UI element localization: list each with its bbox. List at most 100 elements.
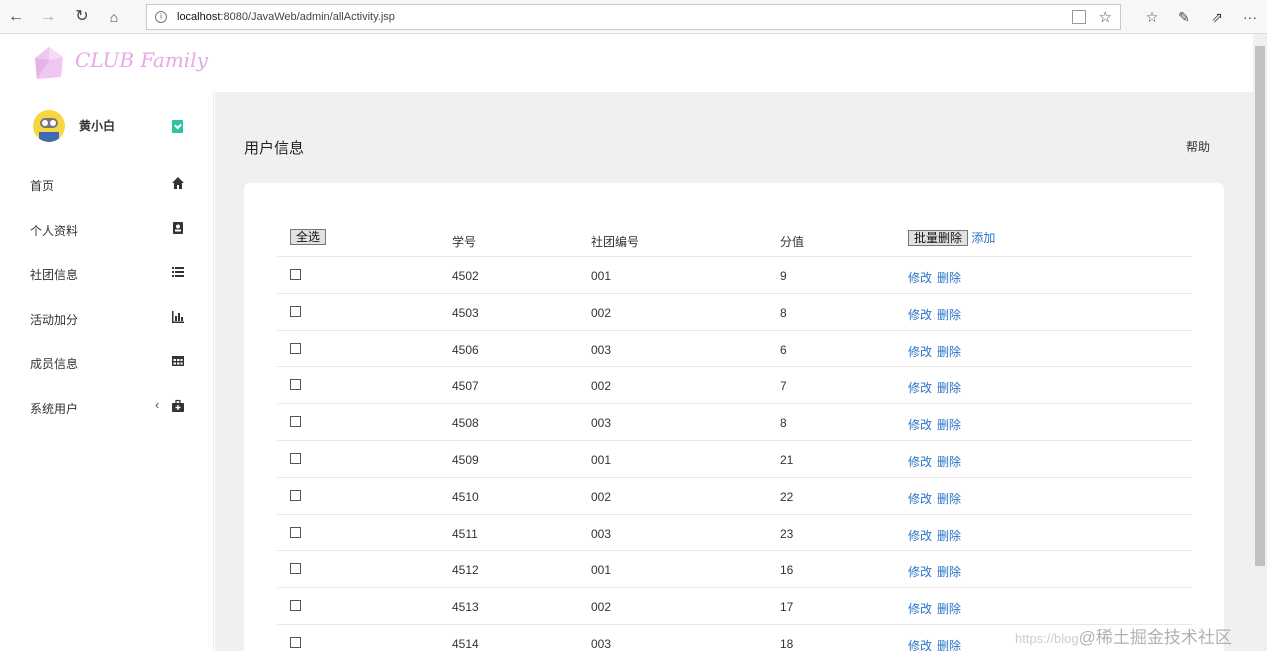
row-checkbox[interactable] bbox=[290, 379, 301, 391]
more-menu-icon[interactable]: ··· bbox=[1240, 7, 1260, 27]
cell-student-id: 4513 bbox=[452, 600, 479, 615]
row-actions: 修改 删除 bbox=[908, 379, 961, 396]
home-icon bbox=[172, 177, 184, 189]
share-icon[interactable]: ⇗ bbox=[1207, 7, 1227, 27]
edit-link[interactable]: 修改 bbox=[908, 308, 932, 322]
cell-student-id: 4510 bbox=[452, 489, 479, 504]
select-all-button[interactable]: 全选 bbox=[290, 229, 327, 245]
row-checkbox[interactable] bbox=[290, 526, 301, 538]
table-header-row: 全选 学号 社团编号 分值 批量删除 添加 bbox=[277, 223, 1192, 257]
back-arrow-icon[interactable]: ← bbox=[6, 7, 26, 27]
sidebar-item-home[interactable]: 首页 bbox=[0, 162, 214, 207]
refresh-icon[interactable]: ↻ bbox=[72, 7, 92, 27]
edit-link[interactable]: 修改 bbox=[908, 492, 932, 506]
cell-student-id: 4508 bbox=[452, 416, 479, 431]
watermark-prefix: https://blog bbox=[1015, 631, 1079, 646]
header-score: 分值 bbox=[780, 235, 805, 249]
url-text[interactable]: localhost:8080/JavaWeb/admin/allActivity… bbox=[177, 11, 395, 23]
cell-club-number: 002 bbox=[591, 305, 612, 320]
sidebar-item-members[interactable]: 成员信息 bbox=[0, 340, 214, 385]
delete-link[interactable]: 删除 bbox=[937, 602, 961, 616]
page-scrollbar[interactable] bbox=[1253, 34, 1267, 651]
delete-link[interactable]: 删除 bbox=[937, 455, 961, 469]
table-row: 4512 001 16 修改 删除 bbox=[277, 551, 1192, 589]
table-row: 4503 002 8 修改 删除 bbox=[277, 294, 1192, 331]
delete-link[interactable]: 删除 bbox=[937, 565, 961, 579]
row-checkbox[interactable] bbox=[290, 342, 301, 354]
watermark: https://blog@稀土掘金技术社区 bbox=[1015, 623, 1232, 648]
user-table-card: 全选 学号 社团编号 分值 批量删除 添加 4502 001 9 修改 删除 4503 00… bbox=[244, 183, 1224, 651]
delete-link[interactable]: 删除 bbox=[937, 345, 961, 359]
user-table: 全选 学号 社团编号 分值 批量删除 添加 4502 001 9 修改 删除 4503 00… bbox=[277, 223, 1192, 651]
row-checkbox[interactable] bbox=[290, 416, 301, 428]
app-logo-text[interactable]: CLUB Family bbox=[75, 48, 208, 72]
cell-club-number: 003 bbox=[591, 342, 612, 357]
row-checkbox[interactable] bbox=[290, 489, 301, 501]
scrollbar-thumb[interactable] bbox=[1255, 46, 1265, 566]
table-row: 4513 002 17 修改 删除 bbox=[277, 588, 1192, 625]
watermark-text: @稀土掘金技术社区 bbox=[1078, 628, 1232, 647]
table-row: 4510 002 22 修改 删除 bbox=[277, 478, 1192, 515]
sidebar-item-label: 社团信息 bbox=[30, 268, 79, 282]
gem-logo-icon bbox=[35, 47, 63, 79]
table-body: 4502 001 9 修改 删除 4503 002 8 修改 删除 4506 003 6 修改 删除 4507… bbox=[277, 257, 1192, 651]
row-checkbox[interactable] bbox=[290, 269, 301, 280]
delete-link[interactable]: 删除 bbox=[937, 381, 961, 395]
avatar[interactable] bbox=[33, 110, 65, 142]
pen-notes-icon[interactable]: ✎ bbox=[1174, 7, 1194, 27]
cell-score: 16 bbox=[780, 563, 794, 578]
reading-view-icon[interactable] bbox=[1072, 10, 1086, 24]
add-link[interactable]: 添加 bbox=[971, 231, 995, 245]
row-actions: 修改 删除 bbox=[908, 453, 961, 470]
browser-toolbar: ← → ↻ ⌂ i localhost:8080/JavaWeb/admin/a… bbox=[0, 0, 1267, 34]
delete-link[interactable]: 删除 bbox=[937, 308, 961, 322]
delete-link[interactable]: 删除 bbox=[937, 492, 961, 506]
edit-link[interactable]: 修改 bbox=[908, 271, 932, 285]
site-info-icon[interactable]: i bbox=[155, 11, 167, 23]
row-checkbox[interactable] bbox=[290, 600, 301, 612]
favorites-list-icon[interactable]: ☆ bbox=[1142, 7, 1162, 27]
row-checkbox[interactable] bbox=[290, 305, 301, 317]
sidebar-item-label: 首页 bbox=[30, 179, 55, 193]
delete-link[interactable]: 删除 bbox=[937, 418, 961, 432]
delete-link[interactable]: 删除 bbox=[937, 639, 961, 651]
list-icon bbox=[172, 267, 184, 277]
favorite-star-icon[interactable]: ☆ bbox=[1099, 8, 1112, 26]
sidebar-item-clubs[interactable]: 社团信息 bbox=[0, 251, 214, 296]
cell-club-number: 003 bbox=[591, 526, 612, 541]
row-checkbox[interactable] bbox=[290, 563, 301, 575]
avatar-eye-left bbox=[42, 120, 48, 126]
help-link[interactable]: 帮助 bbox=[1186, 138, 1210, 155]
home-browser-icon[interactable]: ⌂ bbox=[104, 7, 124, 27]
sidebar-item-activity[interactable]: 活动加分 bbox=[0, 296, 214, 341]
edit-link[interactable]: 修改 bbox=[908, 455, 932, 469]
table-row: 4507 002 7 修改 删除 bbox=[277, 367, 1192, 405]
cell-student-id: 4503 bbox=[452, 305, 479, 320]
sidebar-item-profile[interactable]: 个人资料 bbox=[0, 207, 214, 252]
edit-link[interactable]: 修改 bbox=[908, 418, 932, 432]
table-row: 4502 001 9 修改 删除 bbox=[277, 257, 1192, 294]
address-bar[interactable]: i localhost:8080/JavaWeb/admin/allActivi… bbox=[146, 4, 1121, 30]
batch-delete-button[interactable]: 批量删除 bbox=[908, 230, 969, 246]
edit-link[interactable]: 修改 bbox=[908, 529, 932, 543]
row-checkbox[interactable] bbox=[290, 452, 301, 464]
edit-link[interactable]: 修改 bbox=[908, 345, 932, 359]
delete-link[interactable]: 删除 bbox=[937, 529, 961, 543]
edit-link[interactable]: 修改 bbox=[908, 639, 932, 651]
sidebar-item-label: 个人资料 bbox=[30, 223, 79, 238]
cell-score: 22 bbox=[780, 489, 794, 504]
chevron-left-icon[interactable]: ‹ bbox=[155, 397, 159, 412]
edit-link[interactable]: 修改 bbox=[908, 602, 932, 616]
forward-arrow-icon[interactable]: → bbox=[38, 7, 58, 27]
cell-student-id: 4507 bbox=[452, 379, 479, 394]
header-student-id: 学号 bbox=[452, 235, 477, 249]
header-club-number: 社团编号 bbox=[591, 235, 640, 249]
edit-link[interactable]: 修改 bbox=[908, 565, 932, 579]
delete-link[interactable]: 删除 bbox=[937, 271, 961, 285]
row-checkbox[interactable] bbox=[290, 636, 301, 648]
edit-link[interactable]: 修改 bbox=[908, 381, 932, 395]
cell-student-id: 4502 bbox=[452, 269, 479, 283]
row-actions: 修改 删除 bbox=[908, 306, 961, 323]
sidebar-item-system-users[interactable]: 系统用户 ‹ bbox=[0, 385, 214, 430]
cell-club-number: 001 bbox=[591, 452, 612, 467]
